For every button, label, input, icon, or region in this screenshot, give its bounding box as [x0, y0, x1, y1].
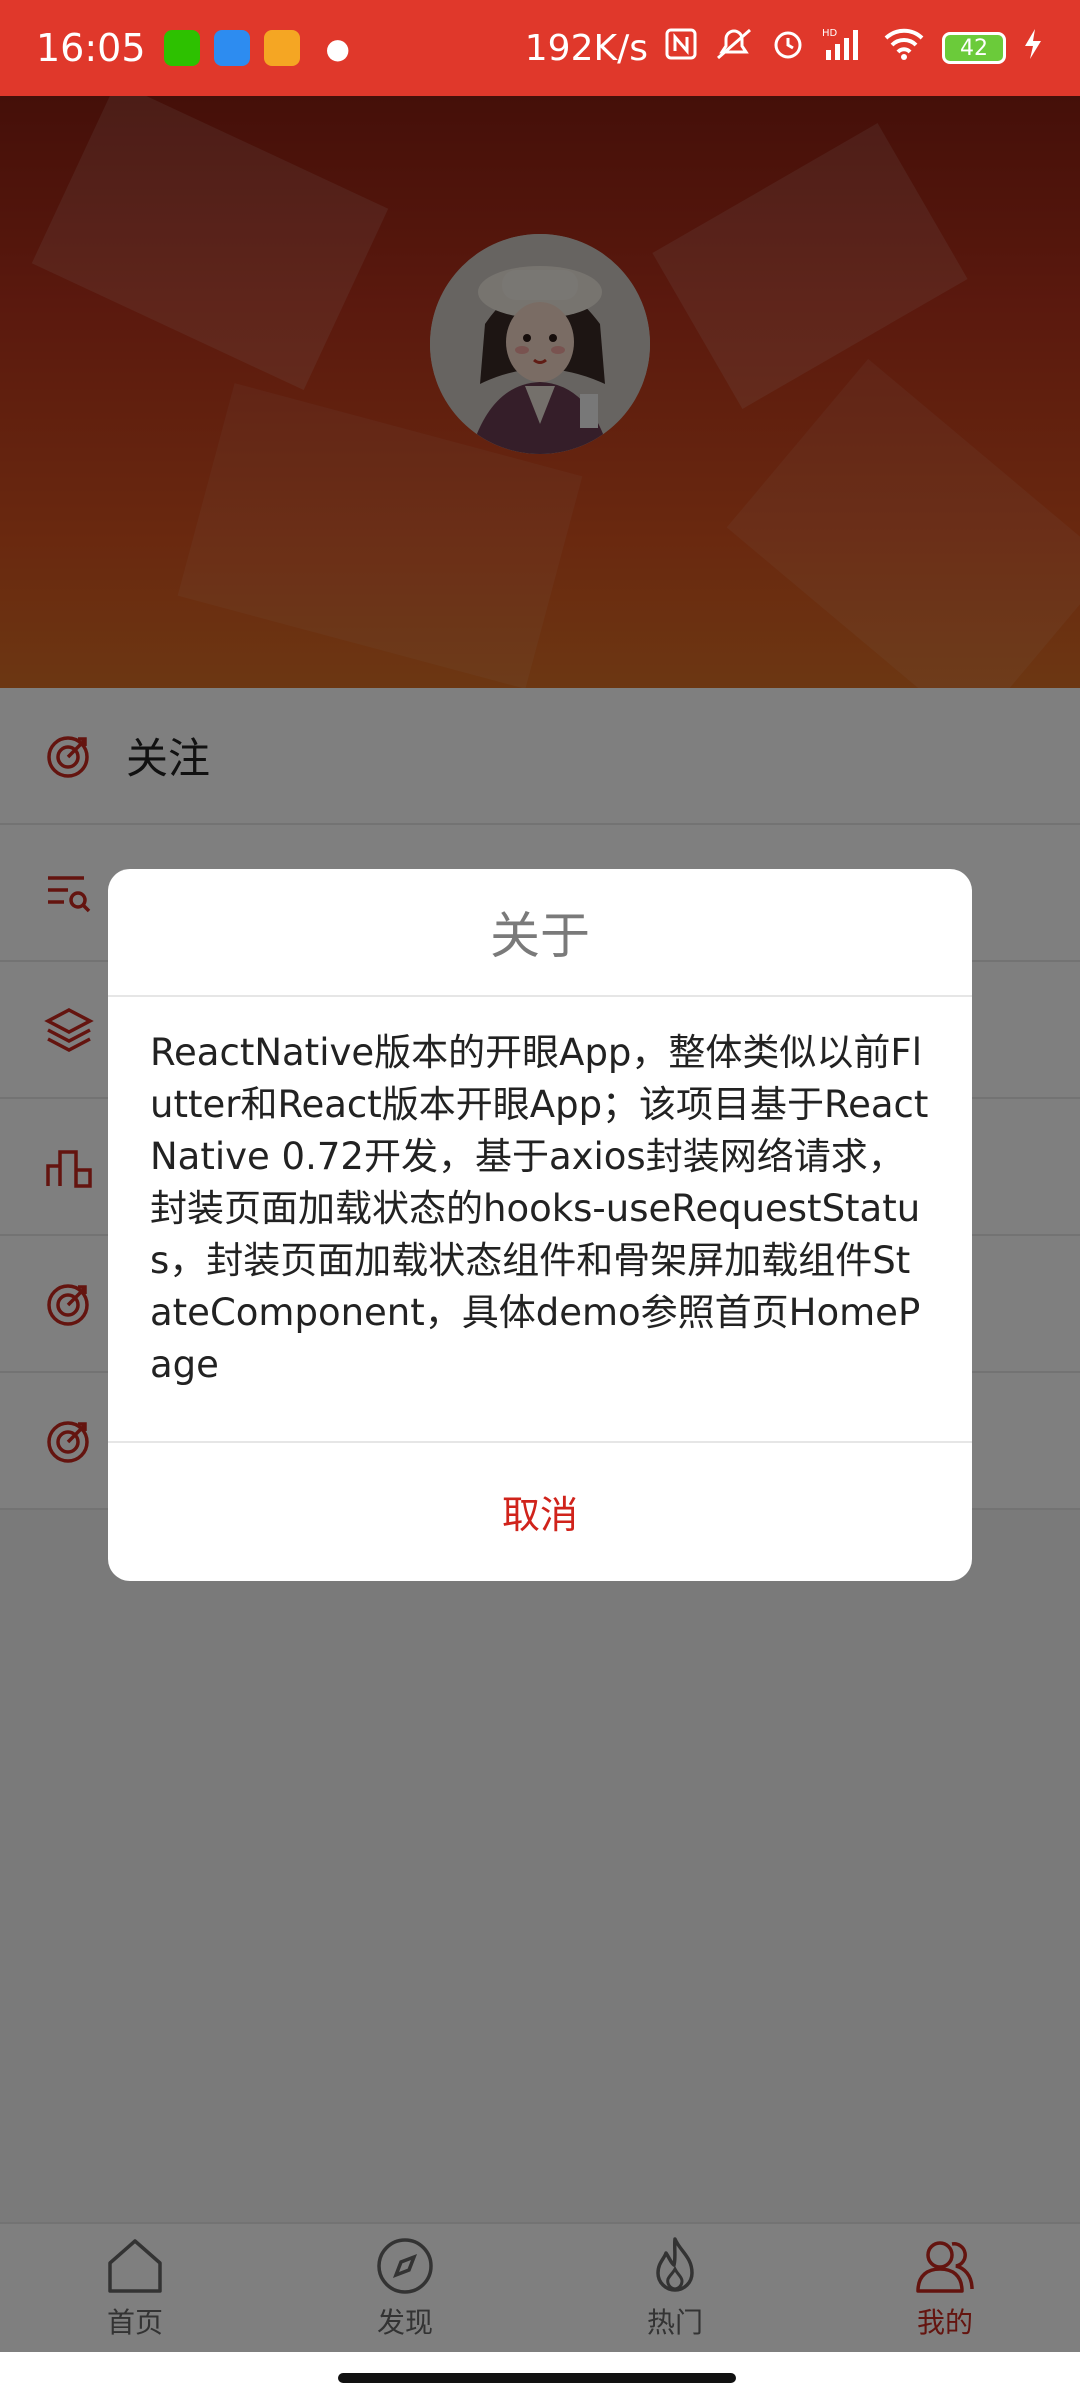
cancel-button[interactable]: 取消 [108, 1443, 972, 1579]
charging-icon [1022, 27, 1044, 70]
svg-text:HD: HD [822, 28, 838, 39]
status-indicators: 192K/s HD 42 [525, 26, 1044, 71]
cloud-icon [213, 30, 250, 66]
signal-icon: HD [822, 26, 866, 71]
wifi-icon [882, 26, 926, 71]
wechat-icon [163, 30, 200, 66]
dialog-title: 关于 [108, 869, 972, 997]
status-bar: 16:05 ● 192K/s HD 42 [0, 0, 1080, 96]
alarm-icon [770, 26, 806, 71]
about-dialog: 关于 ReactNative版本的开眼App，整体类似以前Flutter和Rea… [108, 869, 972, 1581]
more-dot-icon: ● [325, 31, 350, 65]
mute-icon [714, 26, 754, 71]
nfc-icon [664, 27, 698, 70]
battery-icon: 42 [942, 32, 1006, 64]
dialog-body: ReactNative版本的开眼App，整体类似以前Flutter和React版… [108, 997, 972, 1443]
status-time: 16:05 [36, 26, 146, 70]
net-speed: 192K/s [524, 27, 648, 69]
message-icon [263, 30, 300, 66]
home-indicator[interactable] [338, 2373, 736, 2383]
